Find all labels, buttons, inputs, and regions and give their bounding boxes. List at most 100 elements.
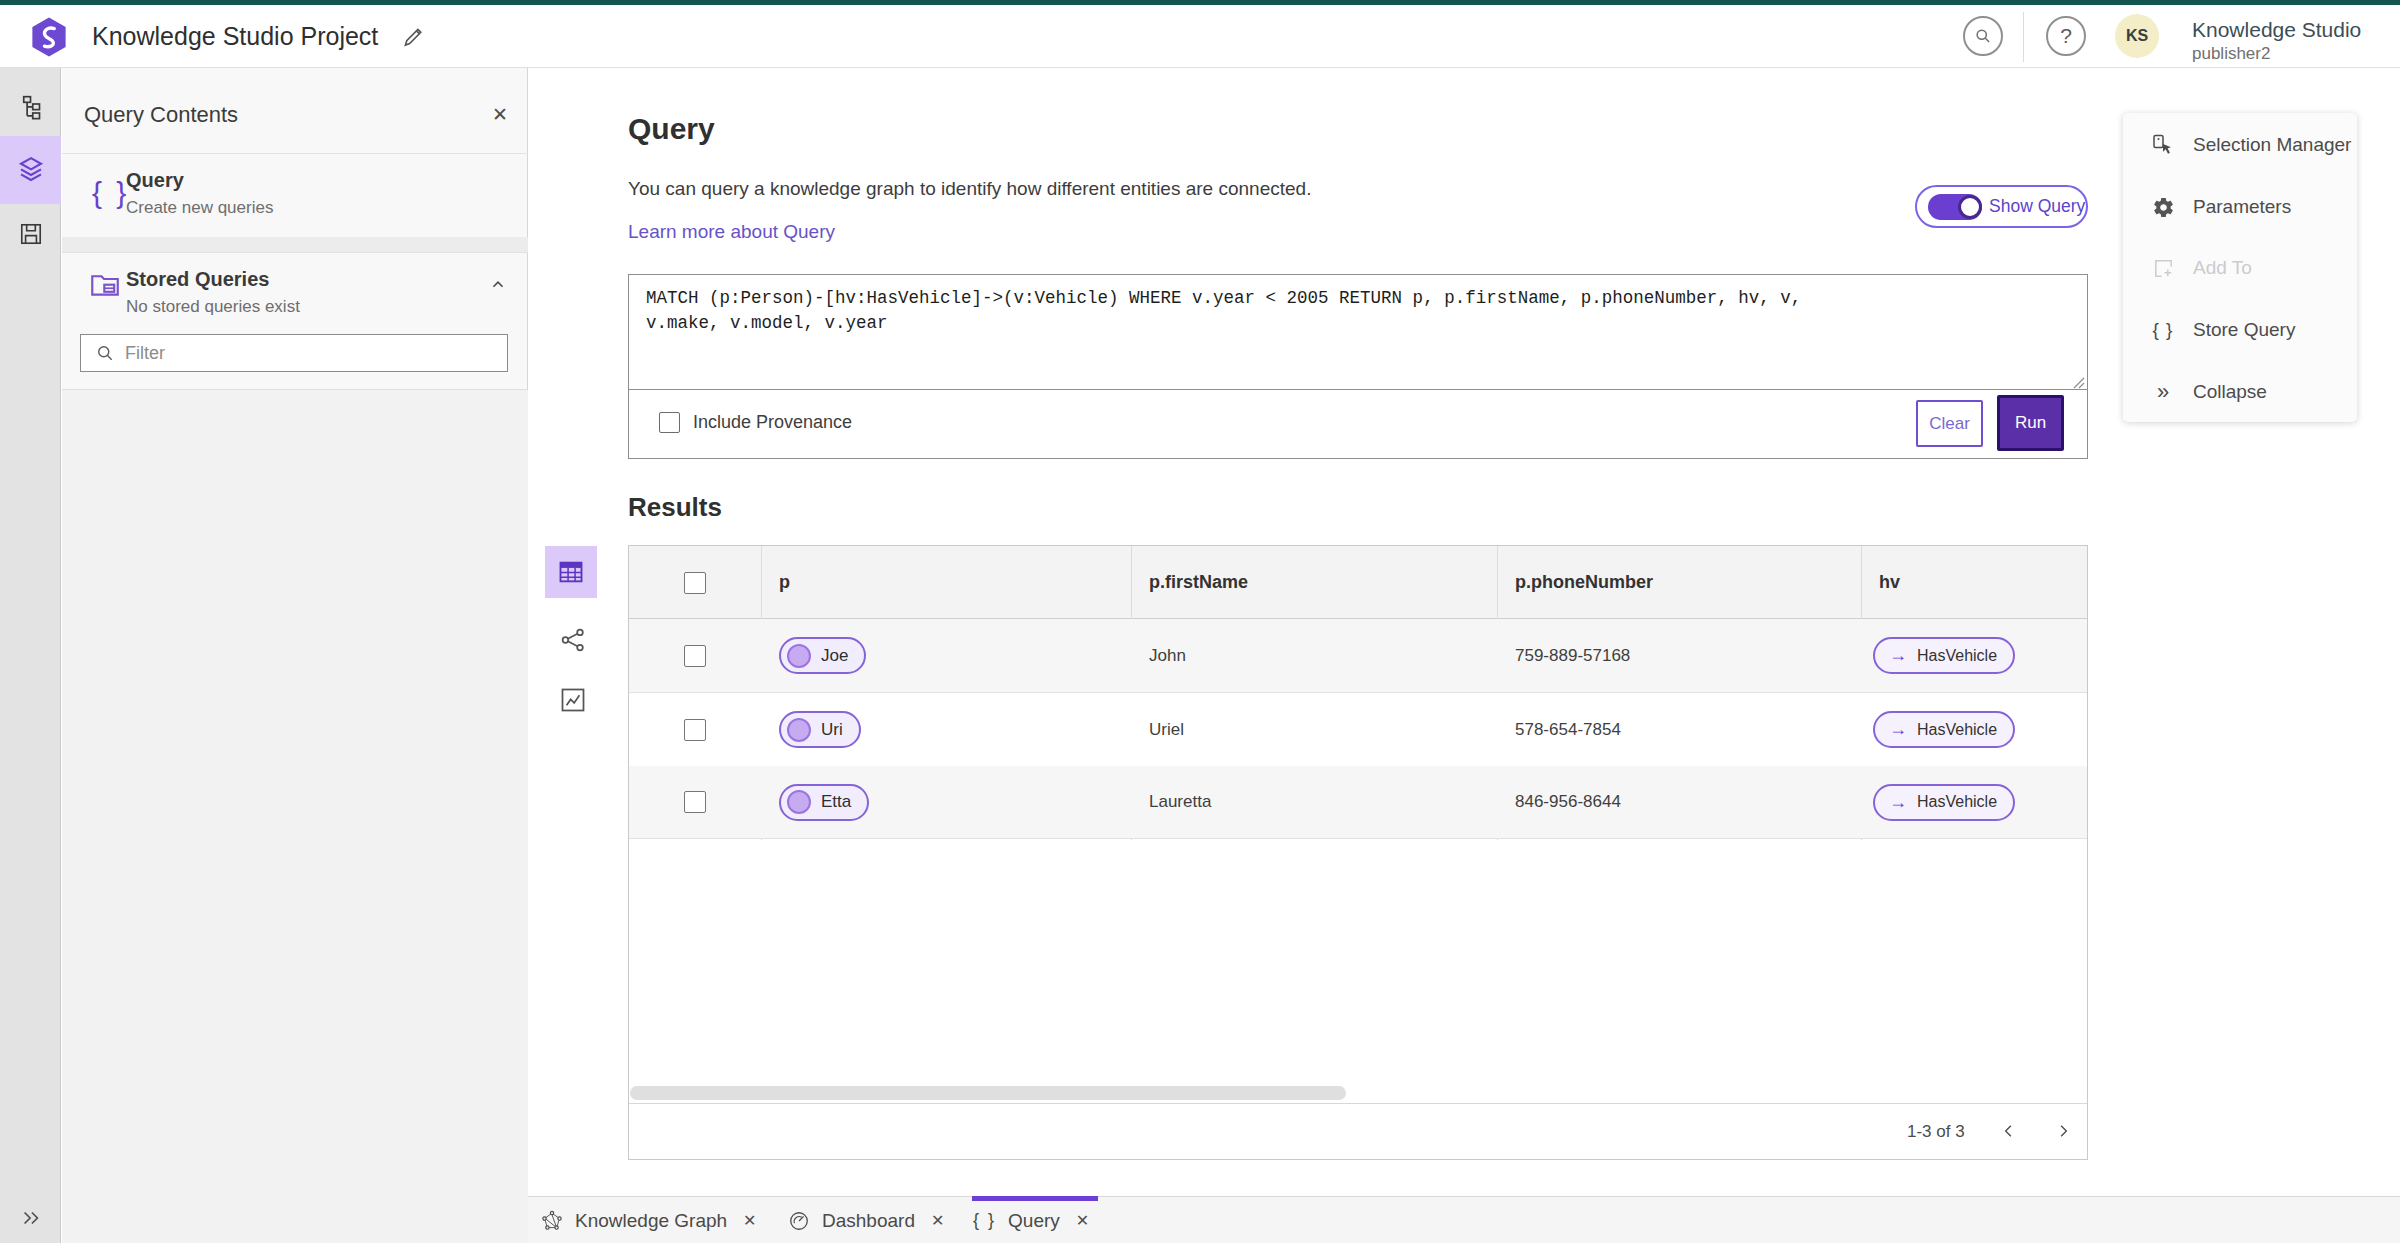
expand-panel-button[interactable]	[0, 1207, 61, 1229]
network-icon	[559, 626, 587, 654]
include-provenance-label: Include Provenance	[693, 412, 852, 433]
results-heading: Results	[628, 492, 722, 523]
hasvehicle-pill[interactable]: →HasVehicle	[1873, 784, 2015, 821]
column-header-firstname[interactable]: p.firstName	[1149, 546, 1248, 619]
filter-input[interactable]	[125, 343, 485, 364]
add-to-icon	[2150, 255, 2176, 281]
next-page-button[interactable]	[2045, 1113, 2081, 1149]
row-checkbox[interactable]	[684, 766, 706, 838]
query-page-title: Query	[628, 112, 715, 146]
arrow-right-icon: →	[1889, 792, 1907, 813]
table-row[interactable]: Etta Lauretta 846-956-8644 →HasVehicle	[629, 766, 2087, 839]
toggle-knob	[1958, 195, 1982, 219]
close-tab-icon[interactable]: ✕	[743, 1211, 756, 1230]
panel-item-stored-queries[interactable]: Stored Queries No stored queries exist	[62, 253, 528, 321]
knowledge-studio-app: Knowledge Studio Project ? KS Knowledge …	[0, 0, 2400, 1243]
search-icon	[1973, 26, 1993, 46]
hierarchy-icon	[17, 95, 44, 122]
arrow-right-icon: →	[1889, 719, 1907, 740]
arrow-right-icon: →	[1889, 645, 1907, 666]
knowledge-graph-icon	[541, 1210, 563, 1232]
store-query-item[interactable]: { } Store Query	[2123, 306, 2357, 354]
learn-more-link[interactable]: Learn more about Query	[628, 221, 835, 243]
help-button[interactable]: ?	[2046, 16, 2086, 56]
project-title: Knowledge Studio Project	[92, 5, 378, 68]
edit-title-icon[interactable]	[400, 24, 426, 50]
page-range: 1-3 of 3	[1907, 1122, 1965, 1142]
panel-item-query-title: Query	[126, 169, 184, 192]
close-tab-icon[interactable]: ✕	[931, 1211, 944, 1230]
hasvehicle-pill[interactable]: →HasVehicle	[1873, 711, 2015, 748]
hasvehicle-pill[interactable]: →HasVehicle	[1873, 637, 2015, 674]
query-main-area: Query You can query a knowledge graph to…	[528, 68, 2400, 1196]
collapse-item[interactable]: » Collapse	[2123, 368, 2357, 416]
resize-grip-icon[interactable]	[2073, 377, 2085, 389]
view-chart-button[interactable]	[559, 686, 587, 714]
chevron-up-icon[interactable]	[487, 273, 509, 295]
person-pill[interactable]: Joe	[779, 637, 866, 674]
dashboard-icon	[788, 1210, 810, 1232]
query-textarea[interactable]: MATCH (p:Person)-[hv:HasVehicle]->(v:Veh…	[646, 286, 2070, 336]
horizontal-scrollbar[interactable]	[630, 1086, 1346, 1100]
person-pill[interactable]: Uri	[779, 711, 861, 748]
tab-dashboard[interactable]: Dashboard ✕	[788, 1197, 944, 1243]
node-dot-icon	[787, 790, 811, 814]
rail-save-button[interactable]	[0, 208, 61, 260]
divider	[629, 389, 2087, 390]
node-dot-icon	[787, 644, 811, 668]
tab-query[interactable]: { } Query ✕	[973, 1197, 1089, 1243]
query-description: You can query a knowledge graph to ident…	[628, 178, 1311, 200]
column-header-p[interactable]: p	[779, 546, 790, 619]
search-button[interactable]	[1963, 16, 2003, 56]
chevron-right-icon	[2054, 1122, 2072, 1140]
panel-item-stored-subtitle: No stored queries exist	[126, 297, 300, 317]
app-header: Knowledge Studio Project ? KS Knowledge …	[0, 5, 2400, 68]
clear-button[interactable]: Clear	[1916, 400, 1983, 447]
avatar[interactable]: KS	[2115, 14, 2159, 58]
panel-item-stored-title: Stored Queries	[126, 268, 269, 291]
view-network-button[interactable]	[559, 626, 587, 654]
row-checkbox[interactable]	[684, 693, 706, 766]
run-button[interactable]: Run	[1997, 395, 2064, 451]
view-table-button[interactable]	[545, 546, 597, 598]
pagination-bar: 1-3 of 3	[629, 1104, 2087, 1159]
select-all-checkbox[interactable]	[684, 546, 706, 619]
show-query-toggle[interactable]: Show Query	[1915, 185, 2088, 228]
prev-page-button[interactable]	[1991, 1113, 2027, 1149]
parameters-item[interactable]: Parameters	[2123, 183, 2357, 231]
rail-hierarchy-button[interactable]	[0, 82, 61, 134]
column-header-hv[interactable]: hv	[1879, 546, 1900, 619]
person-pill[interactable]: Etta	[779, 784, 869, 821]
search-icon	[95, 343, 115, 363]
results-table: p p.firstName p.phoneNumber hv Joe John …	[628, 545, 2088, 1160]
cell-firstname: John	[1149, 619, 1186, 692]
header-divider	[2023, 12, 2024, 62]
column-header-phonenumber[interactable]: p.phoneNumber	[1515, 546, 1653, 619]
include-provenance-checkbox[interactable]	[659, 412, 680, 433]
toggle-track[interactable]	[1928, 194, 1982, 220]
rail-layers-button[interactable]	[0, 144, 61, 196]
cell-firstname: Uriel	[1149, 693, 1184, 766]
table-icon	[557, 558, 585, 586]
query-editor-box: MATCH (p:Person)-[hv:HasVehicle]->(v:Veh…	[628, 274, 2088, 459]
braces-icon: { }	[973, 1210, 996, 1231]
bottom-tab-bar: Knowledge Graph ✕ Dashboard ✕ { } Query …	[528, 1196, 2400, 1243]
tab-knowledge-graph[interactable]: Knowledge Graph ✕	[541, 1197, 757, 1243]
panel-gap	[62, 237, 528, 253]
panel-item-query-subtitle: Create new queries	[126, 198, 273, 218]
selection-manager-item[interactable]: Selection Manager	[2123, 121, 2357, 169]
stored-queries-folder-icon	[86, 267, 124, 301]
filter-field[interactable]	[80, 334, 508, 372]
table-row[interactable]: Joe John 759-889-57168 →HasVehicle	[629, 619, 2087, 693]
panel-item-query[interactable]: { } Query Create new queries	[62, 154, 528, 237]
node-dot-icon	[787, 718, 811, 742]
account-user: publisher2	[2192, 44, 2270, 64]
close-tab-icon[interactable]: ✕	[1076, 1211, 1089, 1230]
row-checkbox[interactable]	[684, 619, 706, 692]
gear-icon	[2150, 194, 2176, 220]
selection-manager-icon	[2150, 132, 2176, 158]
panel-close-button[interactable]: ✕	[487, 101, 513, 127]
cell-phone: 578-654-7854	[1515, 693, 1621, 766]
table-row[interactable]: Uri Uriel 578-654-7854 →HasVehicle	[629, 693, 2087, 767]
cell-firstname: Lauretta	[1149, 766, 1211, 838]
